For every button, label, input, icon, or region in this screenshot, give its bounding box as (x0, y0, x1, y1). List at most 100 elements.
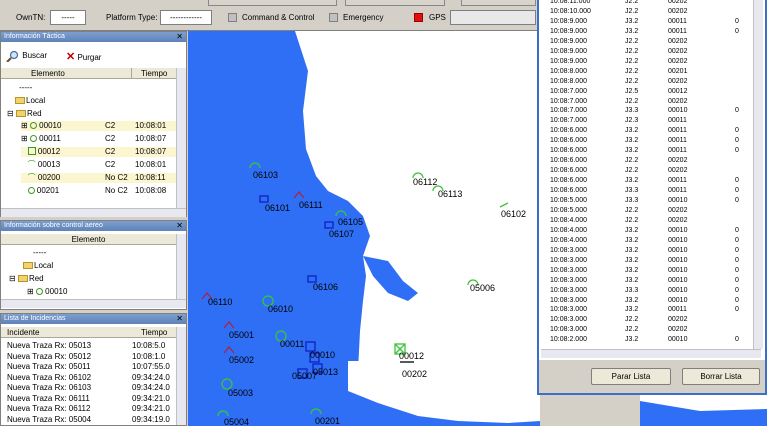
message-row[interactable]: 10:08:11.000 J2.2 00202 (550, 0, 754, 6)
message-row[interactable]: 10:08:6.000 J2.2 00202 (550, 167, 754, 175)
message-row[interactable]: 10:08:6.000 J3.2 00011 0 (550, 137, 754, 145)
vertical-scrollbar[interactable] (753, 0, 763, 349)
message-cell: 10:08:9.000 (550, 27, 587, 35)
message-row[interactable]: 10:08:3.000 J3.2 00010 0 (550, 267, 754, 275)
incident-row[interactable]: Nueva Traza Rx: 05013 10:08:5.0 (7, 341, 175, 351)
col-incidente[interactable]: Incidente (7, 327, 39, 338)
message-row[interactable]: 10:08:9.000 J2.2 00202 (550, 48, 754, 56)
top-button-3[interactable] (461, 0, 536, 6)
borrar-lista-button[interactable]: Borrar Lista (682, 368, 760, 385)
message-row[interactable]: 10:08:7.000 J2.2 00202 (550, 98, 754, 106)
horizontal-scrollbar[interactable] (541, 349, 761, 358)
message-row[interactable]: 10:08:6.000 J3.2 00011 0 (550, 177, 754, 185)
message-row[interactable]: 10:08:3.000 J3.2 00010 0 (550, 297, 754, 305)
top-button-2[interactable] (345, 0, 445, 6)
map-label: 00012 (399, 351, 424, 361)
close-icon[interactable]: ✕ (176, 32, 183, 42)
platform-type-field[interactable]: ------------ (160, 10, 212, 25)
message-row[interactable]: 10:08:9.000 J2.2 00202 (550, 58, 754, 66)
message-cell: J2.2 (625, 77, 639, 85)
message-row[interactable]: 10:08:3.000 J2.2 00202 (550, 326, 754, 334)
message-cell: 00010 (668, 286, 688, 294)
message-row[interactable]: 10:08:5.000 J3.3 00010 0 (550, 197, 754, 205)
incident-time: 09:34:21.0 (132, 393, 170, 403)
message-cell: 10:08:7.000 (550, 87, 587, 95)
message-row[interactable]: 10:08:7.000 J2.3 00011 (550, 117, 754, 125)
message-cell: J2.2 (625, 216, 639, 224)
map-label: 06106 (313, 282, 338, 292)
message-row[interactable]: 10:08:3.000 J3.3 00010 0 (550, 287, 754, 295)
close-icon[interactable]: ✕ (176, 314, 183, 324)
message-cell: J2.2 (625, 97, 639, 105)
buscar-button[interactable]: Buscar (6, 50, 47, 64)
track-row[interactable]: ⌒ 00013 C2 10:08:01 (21, 160, 176, 170)
col-tiempo[interactable]: Tiempo (141, 68, 167, 79)
message-cell: 10:08:3.000 (550, 286, 587, 294)
message-row[interactable]: 10:08:4.000 J2.2 00202 (550, 217, 754, 225)
owntn-field[interactable]: ----- (50, 10, 86, 25)
incident-row[interactable]: Nueva Traza Rx: 05012 10:08:1.0 (7, 352, 175, 362)
message-row[interactable]: 10:08:3.000 J3.2 00010 0 (550, 247, 754, 255)
track-row[interactable]: ⌒ 00200 No C2 10:08:11 (21, 173, 176, 183)
vertical-scrollbar[interactable] (176, 327, 186, 425)
message-row[interactable]: 10:08:6.000 J2.2 00202 (550, 157, 754, 165)
parar-lista-button[interactable]: Parar Lista (591, 368, 671, 385)
message-row[interactable]: 10:08:9.000 J3.2 00011 0 (550, 18, 754, 26)
map-label: 06102 (501, 209, 526, 219)
tactical-map[interactable]: 06103 06112 06113 06101 06111 06105 0610… (188, 31, 540, 426)
emergency-checkbox[interactable] (329, 13, 338, 22)
message-row[interactable]: 10:08:5.000 J2.2 00202 (550, 207, 754, 215)
horizontal-scrollbar[interactable] (1, 299, 186, 308)
message-row[interactable]: 10:08:4.000 J3.2 00010 0 (550, 237, 754, 245)
message-row[interactable]: 10:08:2.000 J3.2 00010 0 (550, 336, 754, 344)
message-cell: J2.2 (625, 7, 639, 15)
message-row[interactable]: 10:08:3.000 J2.2 00202 (550, 316, 754, 324)
tree-item-local[interactable]: Local (23, 261, 53, 271)
message-row[interactable]: 10:08:6.000 J3.3 00011 0 (550, 187, 754, 195)
message-row[interactable]: 10:08:8.000 J2.2 00201 (550, 68, 754, 76)
message-row[interactable]: 10:08:3.000 J3.2 00010 0 (550, 277, 754, 285)
track-row[interactable]: ⊞ 00010 C2 10:08:01 (21, 121, 176, 131)
command-control-checkbox[interactable] (228, 13, 237, 22)
incident-row[interactable]: Nueva Traza Rx: 05011 10:07:55.0 (7, 362, 175, 372)
tree-item-root[interactable]: ----- (19, 83, 32, 93)
track-row[interactable]: 00012 C2 10:08:07 (21, 147, 176, 157)
message-row[interactable]: 10:08:7.000 J2.5 00012 (550, 88, 754, 96)
top-button-1[interactable] (208, 0, 337, 6)
incident-time: 09:34:19.0 (132, 414, 170, 424)
track-row[interactable]: 00201 No C2 10:08:08 (21, 186, 176, 196)
tree-item-track[interactable]: ⊞ 00010 (27, 287, 67, 297)
incident-row[interactable]: Nueva Traza Rx: 05004 09:34:19.0 (7, 415, 175, 425)
incident-row[interactable]: Nueva Traza Rx: 06112 09:34:21.0 (7, 404, 175, 414)
col-elemento[interactable]: Elemento (72, 235, 106, 244)
message-row[interactable]: 10:08:9.000 J3.2 00011 0 (550, 28, 754, 36)
message-cell: 00202 (668, 316, 688, 324)
message-row[interactable]: 10:08:8.000 J2.2 00202 (550, 78, 754, 86)
message-cell: 10:08:3.000 (550, 256, 587, 264)
tree-item-red[interactable]: ⊟ Red (9, 274, 44, 284)
track-row[interactable]: ⊞ 00011 C2 10:08:07 (21, 134, 176, 144)
col-elemento[interactable]: Elemento (31, 68, 65, 79)
message-row[interactable]: 10:08:9.000 J2.2 00202 (550, 38, 754, 46)
message-row[interactable]: 10:08:10.000 J2.2 00202 (550, 8, 754, 16)
tree-item-root[interactable]: ----- (33, 248, 46, 258)
close-icon[interactable]: ✕ (176, 221, 183, 231)
message-row[interactable]: 10:08:7.000 J3.3 00010 0 (550, 107, 754, 115)
horizontal-scrollbar[interactable] (1, 208, 186, 217)
message-row[interactable]: 10:08:4.000 J3.2 00010 0 (550, 227, 754, 235)
message-cell: 00010 (668, 226, 688, 234)
message-row[interactable]: 10:08:3.000 J3.2 00010 0 (550, 257, 754, 265)
vertical-scrollbar[interactable] (176, 234, 186, 299)
incident-row[interactable]: Nueva Traza Rx: 06102 09:34:24.0 (7, 373, 175, 383)
incident-row[interactable]: Nueva Traza Rx: 06103 09:34:24.0 (7, 383, 175, 393)
vertical-scrollbar[interactable] (176, 68, 186, 208)
tree-item-red[interactable]: ⊟ Red (7, 109, 42, 119)
message-row[interactable]: 10:08:3.000 J3.2 00011 0 (550, 306, 754, 314)
purgar-button[interactable]: ✕ Purgar (66, 50, 101, 64)
message-row[interactable]: 10:08:6.000 J3.2 00011 0 (550, 127, 754, 135)
message-cell: 0 (735, 127, 739, 135)
tree-item-local[interactable]: Local (15, 96, 45, 106)
message-row[interactable]: 10:08:6.000 J3.2 00011 0 (550, 147, 754, 155)
col-tiempo[interactable]: Tiempo (141, 327, 167, 338)
incident-row[interactable]: Nueva Traza Rx: 06111 09:34:21.0 (7, 394, 175, 404)
